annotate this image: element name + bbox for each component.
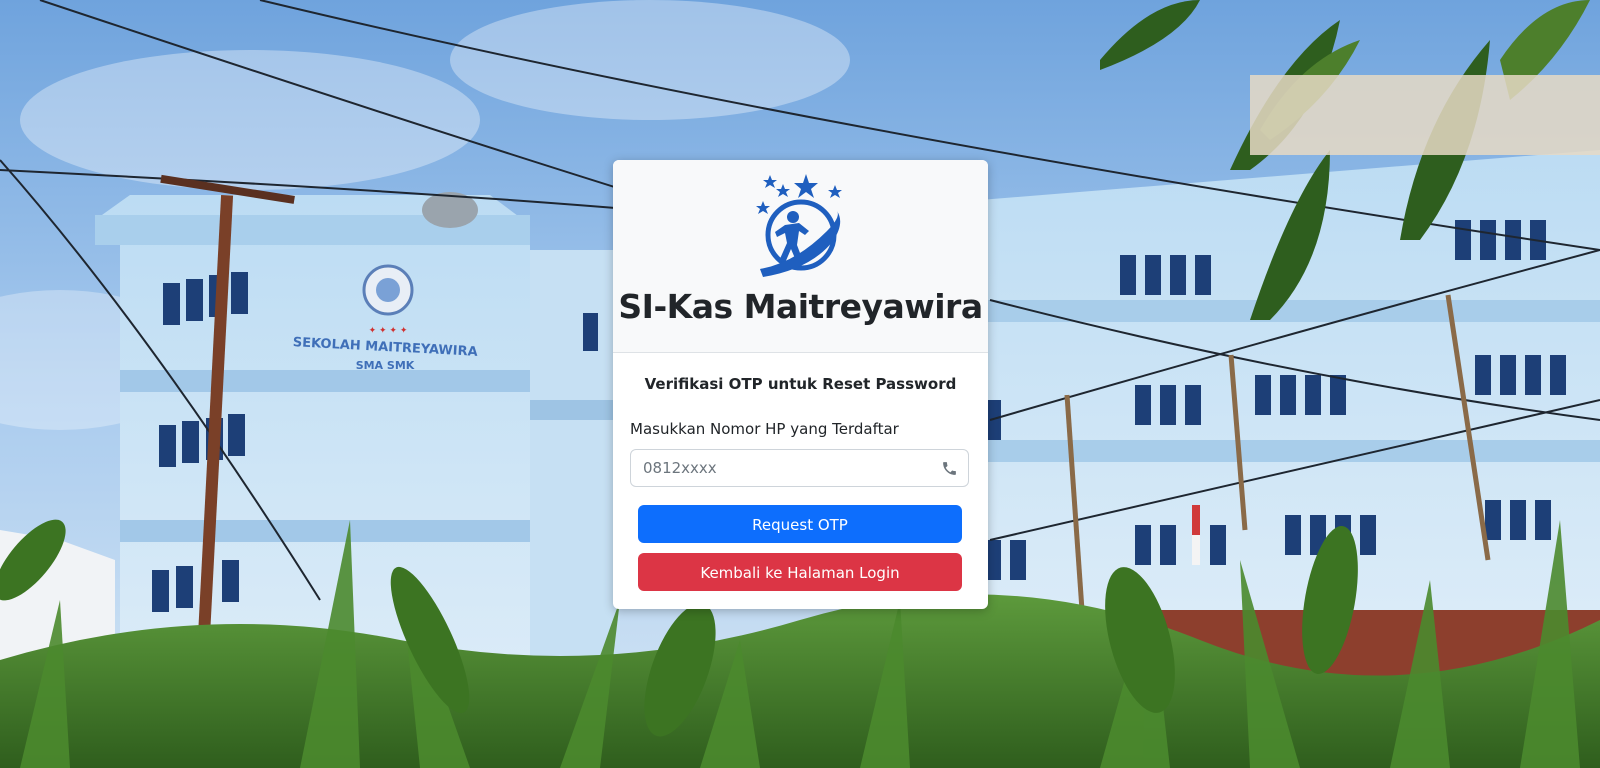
school-sign-line2: SMA SMK — [356, 359, 415, 372]
card-header: SI-Kas Maitreyawira — [613, 160, 988, 353]
phone-icon — [943, 462, 956, 475]
request-otp-button[interactable]: Request OTP — [638, 505, 962, 543]
reset-password-card: SI-Kas Maitreyawira Verifikasi OTP untuk… — [613, 160, 988, 609]
card-body: Verifikasi OTP untuk Reset Password Masu… — [613, 353, 988, 609]
phone-input-group — [630, 449, 969, 487]
back-to-login-button[interactable]: Kembali ke Halaman Login — [638, 553, 962, 591]
phone-input[interactable] — [631, 450, 931, 486]
phone-label: Masukkan Nomor HP yang Terdaftar — [630, 420, 899, 438]
app-title: SI-Kas Maitreyawira — [618, 287, 983, 326]
form-heading: Verifikasi OTP untuk Reset Password — [644, 375, 957, 393]
app-logo — [756, 174, 842, 277]
svg-text:✦ ✦ ✦ ✦: ✦ ✦ ✦ ✦ — [369, 326, 408, 336]
